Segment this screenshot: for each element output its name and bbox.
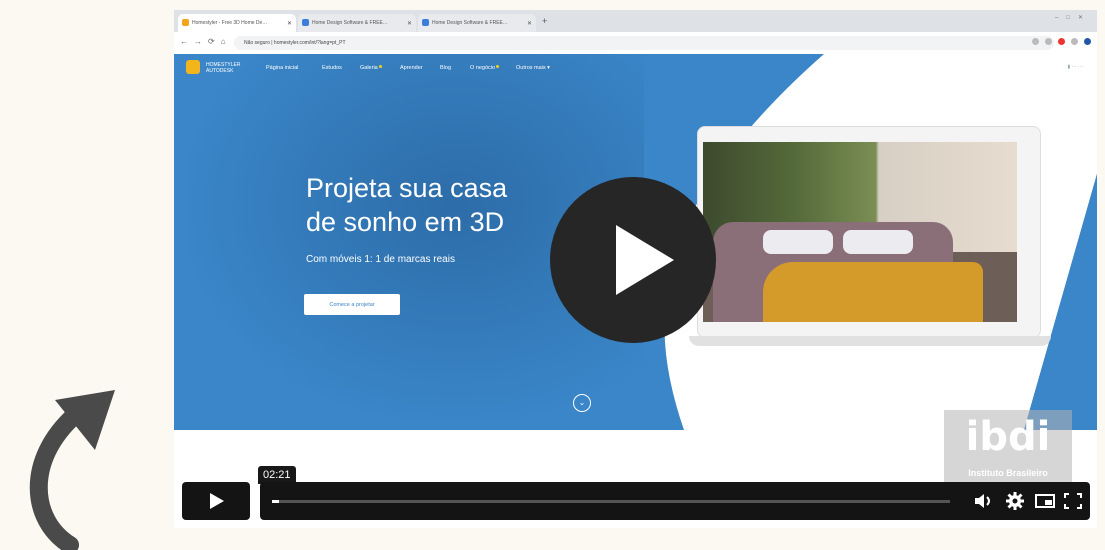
site-nav-bar: HOMESTYLER AUTODESK Página inicial Estud…	[174, 54, 1097, 82]
logo-text: HOMESTYLER AUTODESK	[206, 62, 241, 74]
tab-title: Home Design Software & FREE…	[432, 20, 508, 26]
video-player[interactable]: Homestyler - Free 3D Home De… ✕ Home Des…	[174, 10, 1097, 528]
nav-item[interactable]: Blog	[440, 65, 451, 71]
curved-arrow-icon	[29, 390, 115, 550]
close-tab-icon[interactable]: ✕	[527, 20, 532, 27]
new-tab-button[interactable]: +	[542, 16, 547, 26]
picture-in-picture-icon[interactable]	[1034, 491, 1056, 511]
close-tab-icon[interactable]: ✕	[287, 20, 292, 27]
play-button[interactable]	[182, 482, 250, 520]
big-play-button[interactable]	[550, 177, 716, 343]
nav-item[interactable]: O negócio	[470, 65, 500, 71]
address-bar[interactable]: Não seguro | homestyler.com/int/?lang=pt…	[234, 36, 1054, 50]
browser-tab-bar: Homestyler - Free 3D Home De… ✕ Home Des…	[174, 10, 1097, 32]
control-bar	[260, 482, 1090, 520]
nav-item[interactable]: Galeria	[360, 65, 382, 71]
progress-track[interactable]	[272, 500, 950, 503]
player-controls	[182, 482, 1090, 520]
start-designing-button[interactable]: Comece a projetar	[304, 294, 400, 315]
bedroom-render-image	[703, 142, 1017, 322]
homestyler-logo[interactable]	[186, 60, 200, 74]
homestyler-favicon-icon	[182, 19, 189, 26]
nav-item-label: Aprender	[400, 65, 423, 71]
hero-title: Projeta sua casa de sonho em 3D	[306, 171, 507, 239]
browser-tab[interactable]: Homestyler - Free 3D Home De… ✕	[178, 14, 296, 32]
laptop-base	[689, 336, 1051, 346]
browser-nav-icons[interactable]: ←→⟳⌂	[180, 37, 232, 46]
ibdi-subtitle: Instituto Brasileiro	[968, 468, 1048, 478]
window-controls[interactable]: –□✕	[1055, 14, 1091, 21]
nav-item-label: Blog	[440, 65, 452, 71]
fullscreen-icon[interactable]	[1062, 491, 1084, 511]
site-favicon-icon	[302, 19, 309, 26]
nav-item[interactable]: Aprender	[400, 65, 423, 71]
extension-icon[interactable]	[1058, 38, 1065, 45]
chevron-down-circle-icon[interactable]: ⌄	[573, 394, 591, 412]
nav-item[interactable]: Estudos	[322, 65, 342, 71]
extension-icon[interactable]	[1032, 38, 1039, 45]
browser-tab[interactable]: Home Design Software & FREE… ✕	[298, 14, 416, 32]
new-dot-icon	[496, 65, 500, 68]
site-favicon-icon	[422, 19, 429, 26]
gear-icon[interactable]	[1004, 491, 1026, 511]
browser-tab[interactable]: Home Design Software & FREE… ✕	[418, 14, 536, 32]
nav-item-label: Estudos	[322, 65, 342, 71]
hero-subtitle: Com móveis 1: 1 de marcas reais	[306, 254, 455, 265]
extension-icon[interactable]	[1071, 38, 1078, 45]
profile-avatar-icon[interactable]	[1084, 38, 1091, 45]
ibdi-logo: ibdi	[965, 414, 1051, 460]
play-icon	[210, 493, 224, 509]
extension-icons[interactable]	[1032, 38, 1091, 45]
nav-item[interactable]: Outros mais ▾	[516, 65, 550, 71]
nav-right-icons[interactable]: ▮ ··· ···	[1067, 64, 1083, 70]
tab-title: Homestyler - Free 3D Home De…	[192, 20, 268, 26]
ibdi-watermark: ibdi Instituto Brasileiro	[944, 410, 1072, 492]
progress-fill	[272, 500, 279, 503]
play-icon	[616, 225, 674, 295]
close-tab-icon[interactable]: ✕	[407, 20, 412, 27]
tab-title: Home Design Software & FREE…	[312, 20, 388, 26]
nav-item-label: Galeria	[360, 65, 378, 71]
hero-title-line: de sonho em 3D	[306, 207, 505, 237]
laptop-mockup	[689, 126, 1051, 356]
address-bar-row: ←→⟳⌂ Não seguro | homestyler.com/int/?la…	[174, 32, 1097, 55]
new-dot-icon	[378, 65, 382, 68]
hero-title-line: Projeta sua casa	[306, 173, 508, 203]
nav-item-label: O negócio	[470, 65, 496, 71]
volume-icon[interactable]	[972, 491, 994, 511]
nav-item-label: Página inicial	[266, 65, 299, 71]
nav-item-label: Outros mais ▾	[516, 65, 550, 71]
extension-icon[interactable]	[1045, 38, 1052, 45]
nav-item[interactable]: Página inicial	[266, 65, 298, 71]
